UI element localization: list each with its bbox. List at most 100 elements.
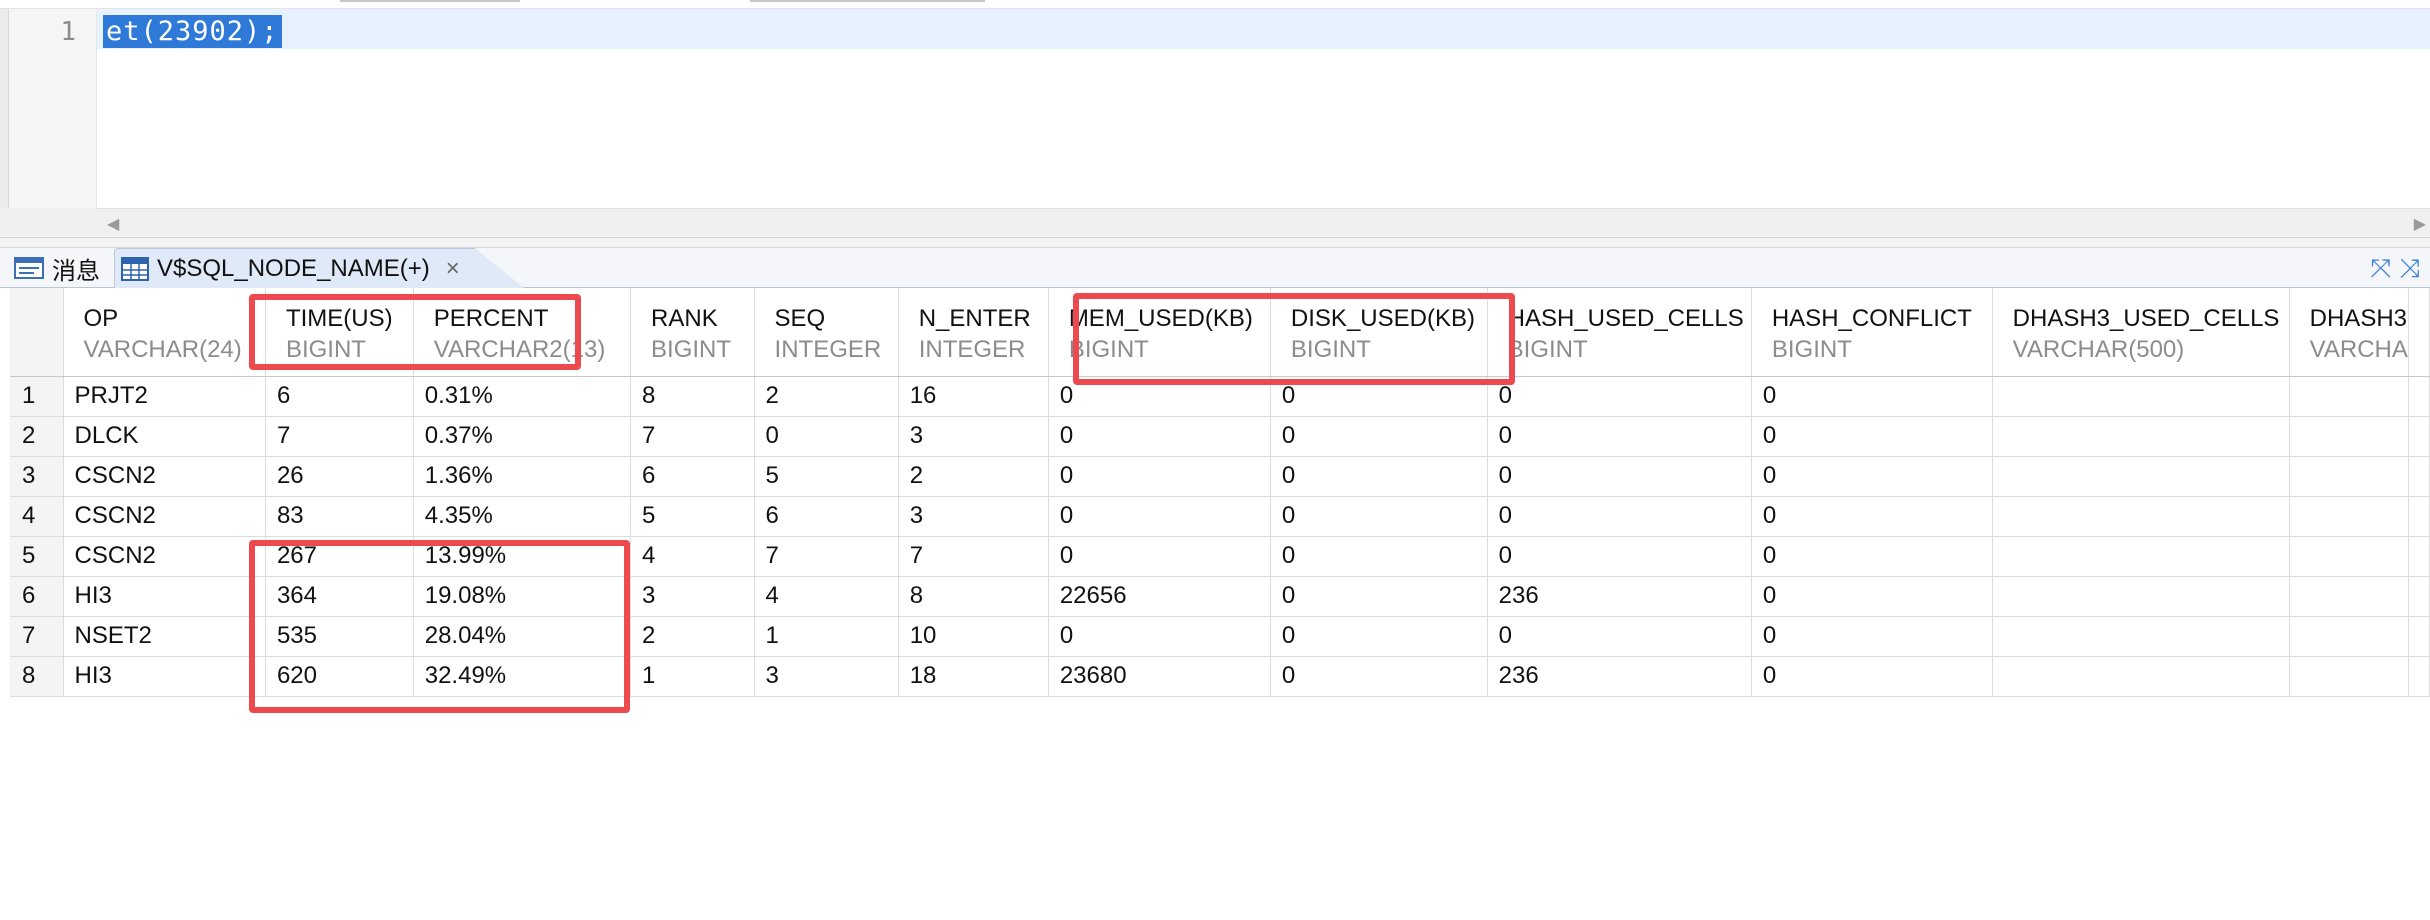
table-row[interactable]: 6 HI3 364 19.08% 3 4 8 22656 0 236 0 — [10, 576, 2430, 617]
table-cell[interactable] — [1992, 376, 2290, 417]
table-cell[interactable]: 23680 — [1048, 656, 1271, 697]
table-cell[interactable] — [2289, 376, 2410, 417]
table-cell[interactable]: 6 — [754, 496, 899, 537]
table-cell[interactable] — [1992, 576, 2290, 617]
restore-icon[interactable]: ⤨ — [2399, 254, 2420, 282]
row-number[interactable]: 8 — [10, 656, 64, 697]
table-cell[interactable] — [2289, 656, 2410, 697]
table-cell[interactable] — [2289, 536, 2410, 577]
table-cell[interactable]: 1 — [754, 616, 899, 657]
panel-splitter[interactable] — [0, 238, 2430, 248]
table-cell[interactable]: 7 — [898, 536, 1049, 577]
column-header[interactable]: HASH_USED_CELLS BIGINT — [1487, 288, 1752, 377]
table-cell[interactable]: 0 — [1270, 416, 1488, 457]
table-cell[interactable]: CSCN2 — [63, 496, 266, 537]
table-cell[interactable] — [2289, 456, 2410, 497]
column-header[interactable]: DHASH3 VARCHA — [2289, 288, 2410, 377]
table-cell[interactable]: 0 — [1270, 496, 1488, 537]
table-cell[interactable]: 3 — [898, 496, 1049, 537]
table-cell[interactable]: 7 — [754, 536, 899, 577]
table-cell[interactable]: 2 — [898, 456, 1049, 497]
table-cell[interactable]: 0 — [1048, 376, 1271, 417]
scroll-right-icon[interactable]: ▶ — [2414, 214, 2426, 234]
table-cell[interactable]: CSCN2 — [63, 456, 266, 497]
table-cell[interactable]: 5 — [754, 456, 899, 497]
table-cell[interactable]: 3 — [898, 416, 1049, 457]
table-cell[interactable]: 4.35% — [413, 496, 632, 537]
table-cell[interactable]: 0 — [1270, 456, 1488, 497]
table-cell[interactable] — [1992, 656, 2290, 697]
table-cell[interactable]: 0 — [1487, 416, 1752, 457]
table-cell[interactable]: 7 — [630, 416, 755, 457]
table-cell[interactable]: 6 — [630, 456, 755, 497]
selected-code-text[interactable]: et(23902); — [103, 15, 282, 48]
column-header[interactable]: OP VARCHAR(24) — [63, 288, 266, 377]
table-row[interactable]: 2 DLCK 7 0.37% 7 0 3 0 0 0 0 — [10, 416, 2430, 457]
table-row[interactable]: 1 PRJT2 6 0.31% 8 2 16 0 0 0 0 — [10, 376, 2430, 417]
table-cell[interactable]: 4 — [630, 536, 755, 577]
table-cell[interactable] — [1992, 536, 2290, 577]
table-cell[interactable]: 5 — [630, 496, 755, 537]
table-cell[interactable] — [1992, 416, 2290, 457]
row-number[interactable]: 6 — [10, 576, 64, 617]
column-header[interactable]: RANK BIGINT — [630, 288, 755, 377]
table-cell[interactable]: 0 — [1487, 376, 1752, 417]
row-number[interactable]: 7 — [10, 616, 64, 657]
sql-editor[interactable]: 1 et(23902); — [0, 0, 2430, 208]
table-cell[interactable]: 0 — [1048, 416, 1271, 457]
table-cell[interactable]: 0 — [1487, 496, 1752, 537]
table-cell[interactable]: 0 — [1751, 616, 1993, 657]
table-cell[interactable]: 2 — [754, 376, 899, 417]
table-cell[interactable]: 4 — [754, 576, 899, 617]
editor-horizontal-scrollbar[interactable]: ◀ ▶ — [97, 208, 2430, 238]
table-cell[interactable]: 19.08% — [413, 576, 632, 617]
tab-messages[interactable]: 消息 — [8, 248, 114, 288]
column-header[interactable]: MEM_USED(KB) BIGINT — [1048, 288, 1271, 377]
column-header[interactable]: DHASH3_USED_CELLS VARCHAR(500) — [1992, 288, 2290, 377]
row-number[interactable]: 3 — [10, 456, 64, 497]
maximize-icon[interactable]: ⤧ — [2370, 254, 2391, 282]
table-cell[interactable]: NSET2 — [63, 616, 266, 657]
table-cell[interactable]: 0 — [1751, 656, 1993, 697]
column-header[interactable]: PERCENT VARCHAR2(13) — [413, 288, 632, 377]
row-number[interactable]: 4 — [10, 496, 64, 537]
tab-result-set[interactable]: V$SQL_NODE_NAME(+) × — [114, 248, 524, 288]
table-cell[interactable]: 10 — [898, 616, 1049, 657]
scroll-left-icon[interactable]: ◀ — [107, 214, 119, 234]
table-cell[interactable] — [1992, 456, 2290, 497]
table-cell[interactable]: 18 — [898, 656, 1049, 697]
table-cell[interactable]: 0 — [754, 416, 899, 457]
table-cell[interactable]: 236 — [1487, 656, 1752, 697]
table-cell[interactable]: 0 — [1751, 456, 1993, 497]
table-cell[interactable]: 8 — [630, 376, 755, 417]
table-cell[interactable]: 0 — [1270, 656, 1488, 697]
table-cell[interactable]: 0 — [1751, 416, 1993, 457]
table-cell[interactable]: 0 — [1048, 536, 1271, 577]
table-cell[interactable] — [2289, 416, 2410, 457]
table-cell[interactable]: 0 — [1487, 536, 1752, 577]
column-header[interactable]: SEQ INTEGER — [754, 288, 899, 377]
table-cell[interactable]: 0 — [1270, 616, 1488, 657]
table-cell[interactable] — [1992, 496, 2290, 537]
table-cell[interactable]: 0.37% — [413, 416, 632, 457]
table-cell[interactable]: 83 — [265, 496, 414, 537]
table-cell[interactable]: 26 — [265, 456, 414, 497]
table-row[interactable]: 4 CSCN2 83 4.35% 5 6 3 0 0 0 0 — [10, 496, 2430, 537]
table-cell[interactable]: 0 — [1751, 496, 1993, 537]
table-cell[interactable]: 0 — [1270, 376, 1488, 417]
table-cell[interactable]: 0 — [1048, 456, 1271, 497]
table-cell[interactable]: 1.36% — [413, 456, 632, 497]
table-cell[interactable] — [2289, 616, 2410, 657]
table-cell[interactable]: 535 — [265, 616, 414, 657]
row-number[interactable]: 1 — [10, 376, 64, 417]
table-cell[interactable]: 364 — [265, 576, 414, 617]
table-cell[interactable] — [2289, 576, 2410, 617]
table-cell[interactable]: 3 — [754, 656, 899, 697]
table-row[interactable]: 3 CSCN2 26 1.36% 6 5 2 0 0 0 0 — [10, 456, 2430, 497]
table-cell[interactable]: 0.31% — [413, 376, 632, 417]
row-number[interactable]: 2 — [10, 416, 64, 457]
table-cell[interactable]: 22656 — [1048, 576, 1271, 617]
table-cell[interactable]: 0 — [1751, 376, 1993, 417]
table-cell[interactable]: 236 — [1487, 576, 1752, 617]
table-cell[interactable]: 2 — [630, 616, 755, 657]
